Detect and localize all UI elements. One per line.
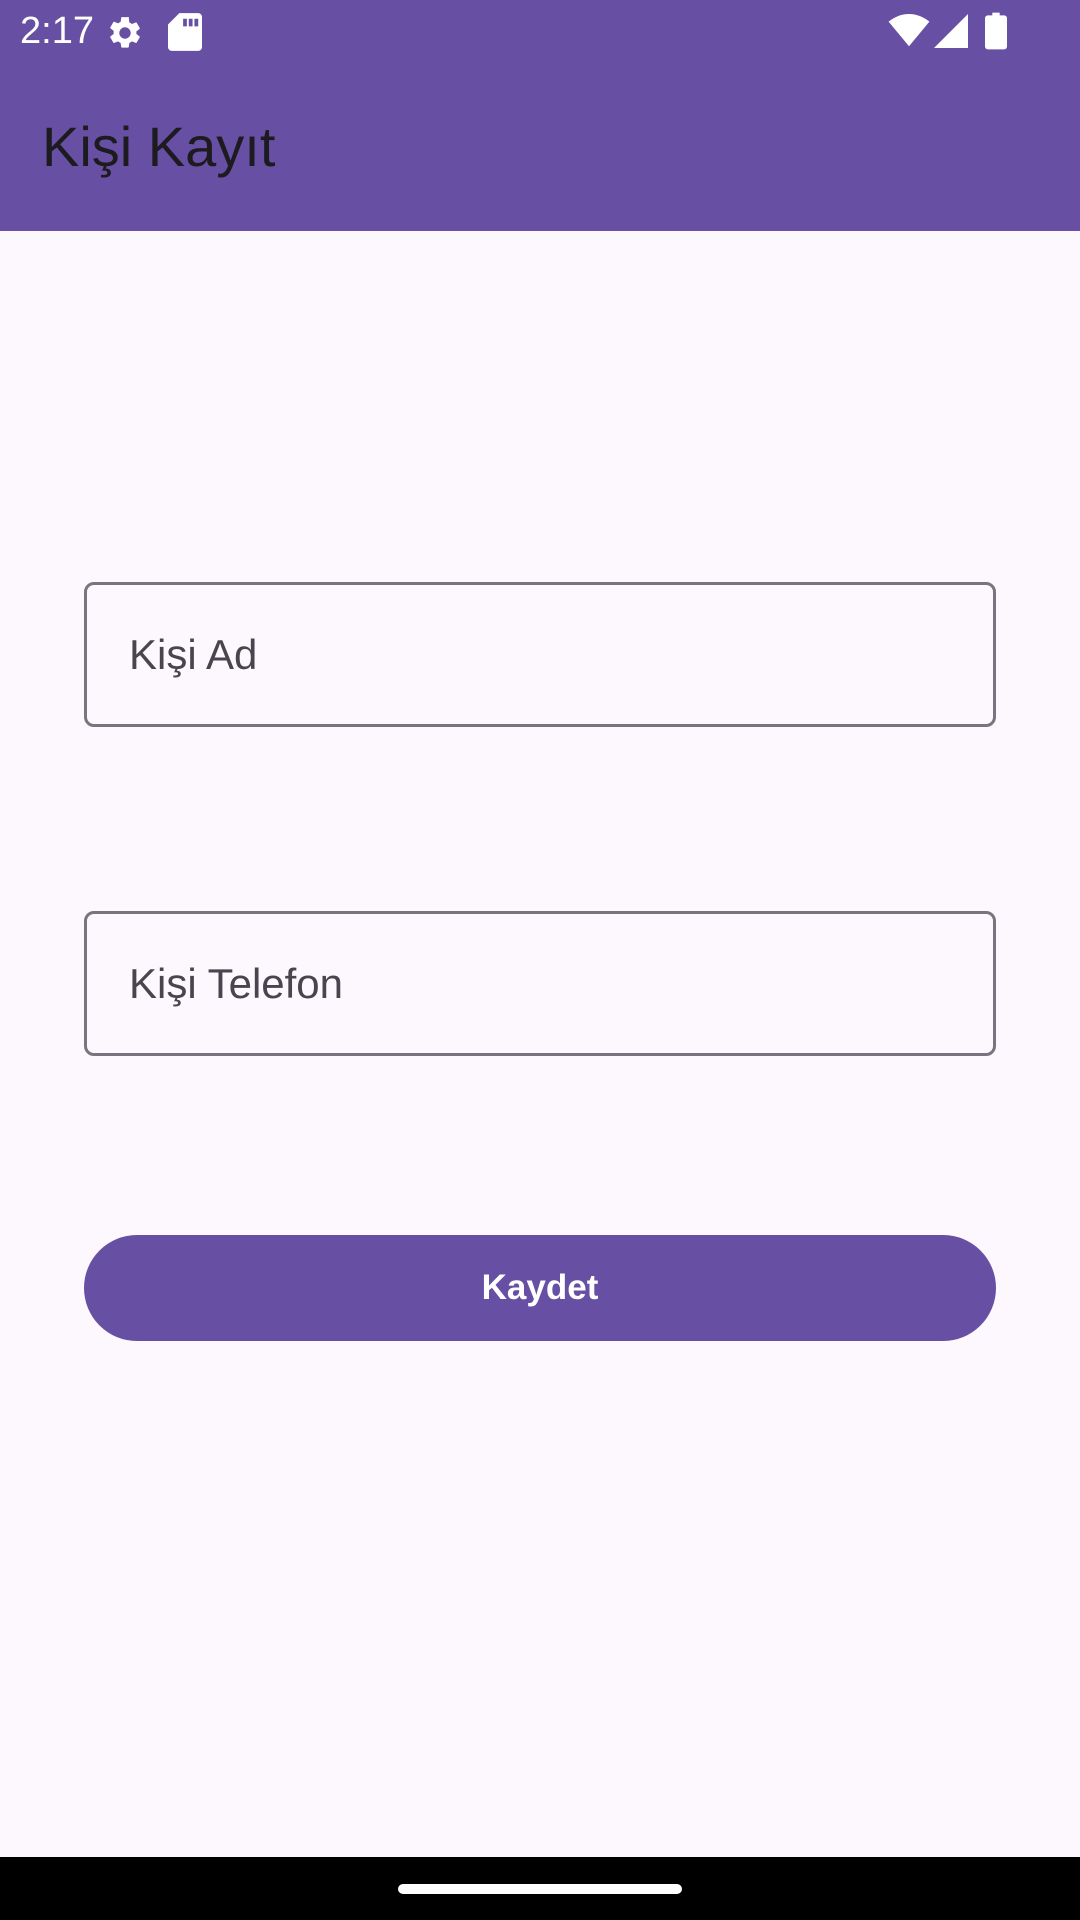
app-screen: 2:17 Kişi Kayıt Kaydet xyxy=(0,0,1080,1920)
phone-field[interactable] xyxy=(84,911,996,1056)
battery-icon xyxy=(985,12,1007,50)
cellular-signal-icon xyxy=(934,14,968,48)
name-input[interactable] xyxy=(87,585,993,724)
status-bar: 2:17 xyxy=(0,0,1080,64)
app-bar-title: Kişi Kayıt xyxy=(42,115,276,178)
phone-input[interactable] xyxy=(87,914,993,1053)
navigation-bar xyxy=(0,1857,1080,1920)
wifi-icon xyxy=(888,14,930,47)
save-button[interactable]: Kaydet xyxy=(84,1235,996,1341)
status-time: 2:17 xyxy=(20,10,94,52)
sd-card-icon xyxy=(168,13,202,51)
name-field[interactable] xyxy=(84,582,996,727)
gear-icon xyxy=(110,17,140,48)
home-gesture-handle[interactable] xyxy=(398,1884,682,1894)
